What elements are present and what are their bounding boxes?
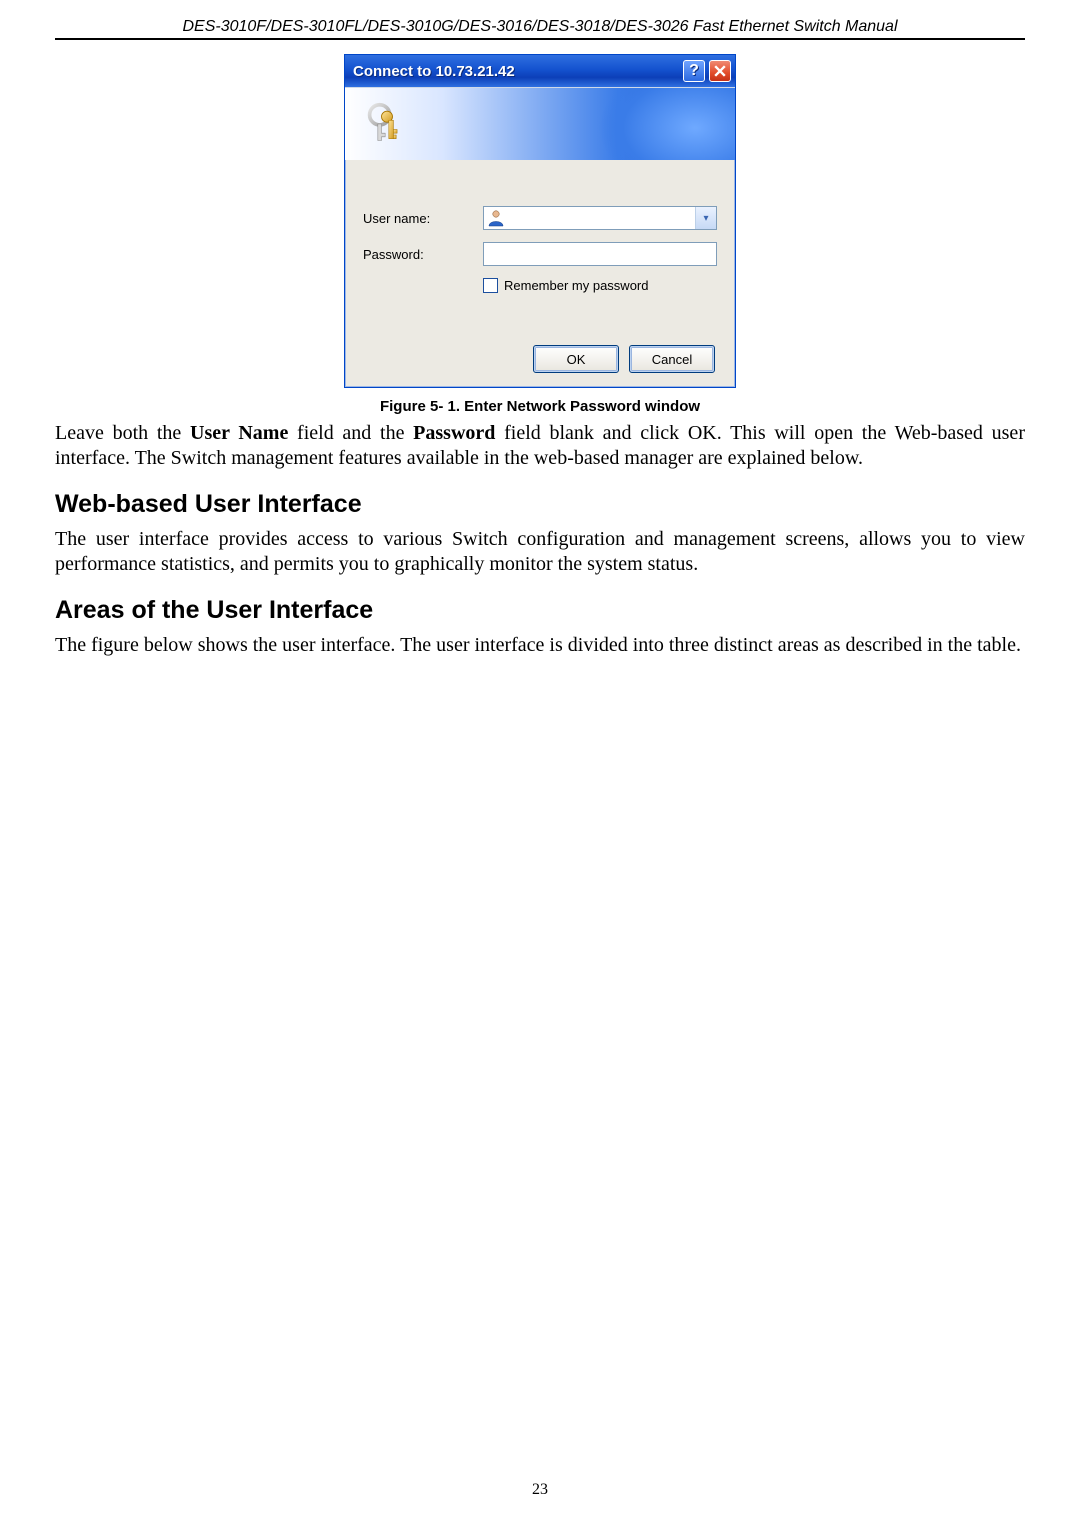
intro-paragraph: Leave both the User Name field and the P… [55, 421, 1025, 470]
dialog-titlebar[interactable]: Connect to 10.73.21.42 ? [345, 55, 735, 87]
user-icon [487, 209, 505, 227]
password-input[interactable] [483, 242, 717, 266]
web-ui-paragraph: The user interface provides access to va… [55, 527, 1025, 576]
keys-icon [365, 102, 409, 146]
help-icon[interactable]: ? [683, 60, 705, 82]
remember-checkbox[interactable] [483, 278, 498, 293]
figure-caption: Figure 5- 1. Enter Network Password wind… [55, 398, 1025, 415]
header-rule [55, 38, 1025, 40]
page-number: 23 [0, 1481, 1080, 1499]
password-label: Password: [363, 247, 483, 262]
cancel-button[interactable]: Cancel [629, 345, 715, 373]
remember-label: Remember my password [504, 278, 649, 293]
username-input[interactable] [483, 206, 717, 230]
heading-web-ui: Web-based User Interface [55, 490, 1025, 519]
dialog-title: Connect to 10.73.21.42 [353, 63, 679, 80]
chevron-down-icon: ▾ [703, 213, 708, 224]
ok-button[interactable]: OK [533, 345, 619, 373]
username-dropdown-button[interactable]: ▾ [695, 207, 716, 229]
heading-areas: Areas of the User Interface [55, 596, 1025, 625]
username-label: User name: [363, 211, 483, 226]
close-icon[interactable] [709, 60, 731, 82]
login-dialog: Connect to 10.73.21.42 ? [344, 54, 736, 388]
dialog-banner [345, 87, 735, 160]
dialog-body: User name: ▾ Password: [345, 160, 735, 387]
areas-paragraph: The figure below shows the user interfac… [55, 633, 1025, 658]
manual-header: DES-3010F/DES-3010FL/DES-3010G/DES-3016/… [55, 18, 1025, 36]
